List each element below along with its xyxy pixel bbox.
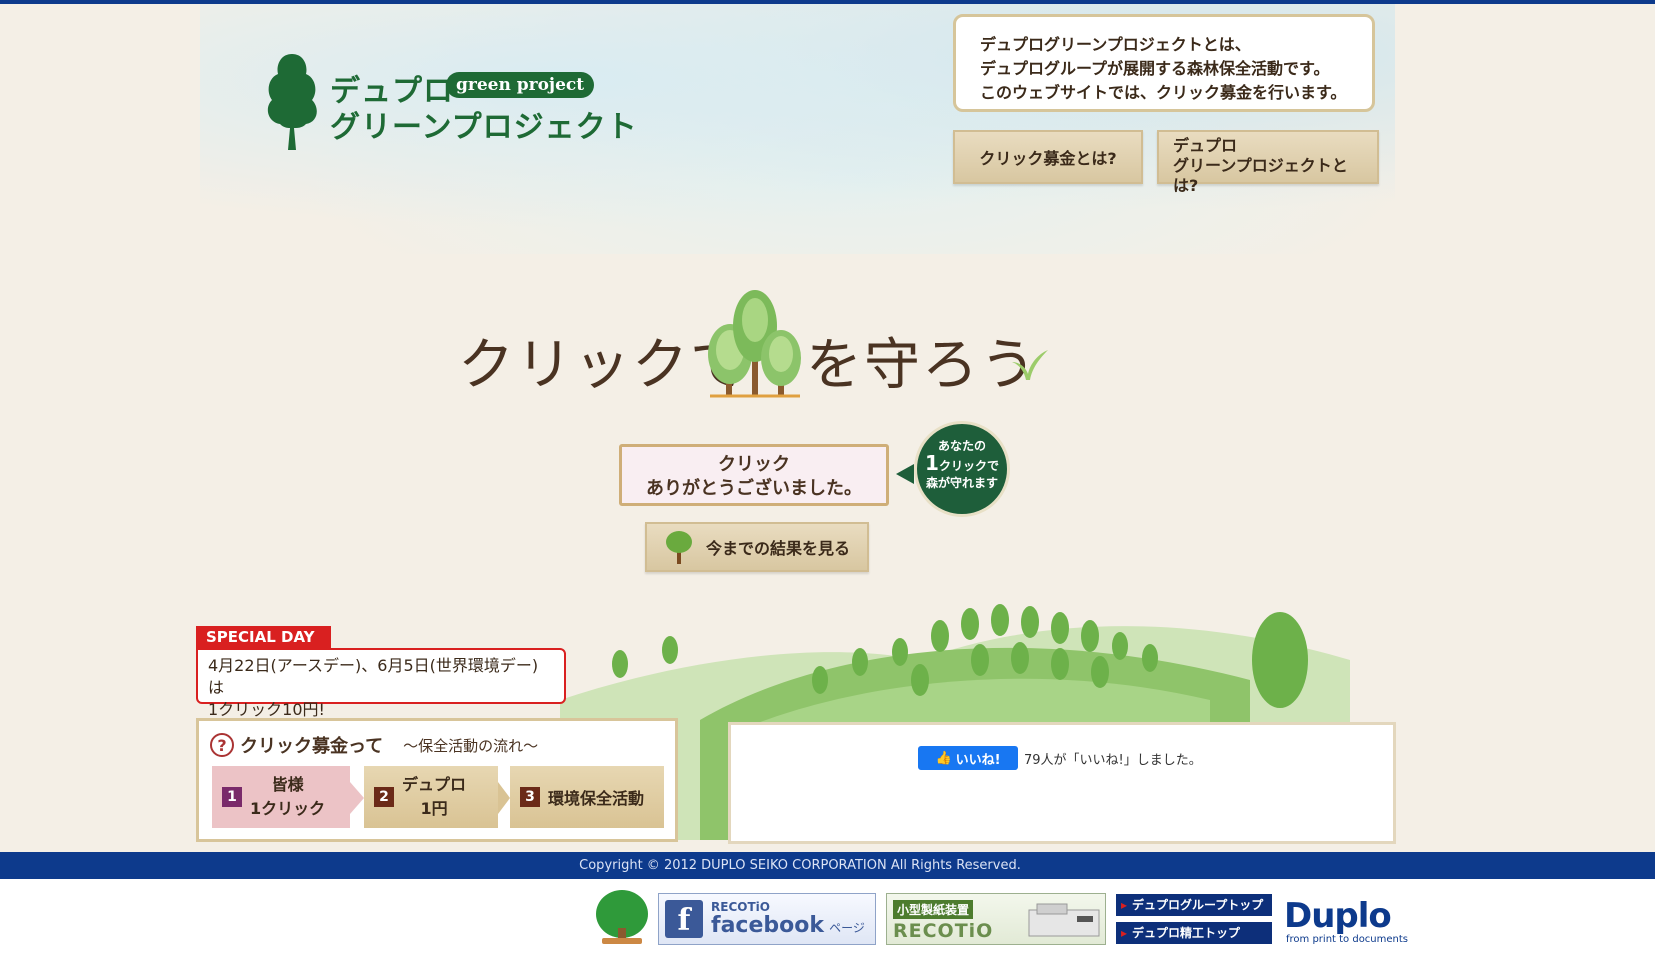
copyright-text: Copyright © 2012 DUPLO SEIKO CORPORATION… — [579, 858, 1021, 873]
flow-step-1: 1 皆様 1クリック — [212, 766, 350, 828]
forest-trees-icon — [708, 290, 801, 398]
special-day-box: 4月22日(アースデー)、6月5日(世界環境デー)は 1クリック10円! — [196, 648, 566, 719]
forest-supporters-logo-icon[interactable] — [594, 888, 650, 946]
facebook-like-box — [728, 722, 1396, 844]
intro-box: デュプログリーンプロジェクトとは、 デュプログループが展開する森林保全活動です。… — [953, 14, 1375, 112]
sprout-icon — [1012, 350, 1048, 380]
duplo-tagline: from print to documents — [1286, 934, 1409, 945]
flow-arrow — [350, 782, 364, 814]
recotio-banner[interactable]: 小型製紙装置 RECOTiO — [886, 893, 1106, 945]
duplo-group-top-label: デュプログループトップ — [1132, 898, 1264, 912]
click-thanks-box: クリック ありがとうございました。 — [619, 444, 889, 506]
thanks-line-2: ありがとうございました。 — [646, 478, 862, 499]
step-2-line-1: デュプロ — [402, 775, 467, 794]
tree-icon — [665, 531, 692, 564]
duplo-logo[interactable]: Duplo — [1284, 896, 1392, 936]
thanks-line-1: クリック — [718, 454, 790, 475]
logo-badge-green-project: green project — [446, 72, 595, 98]
duplo-seiko-top-label: デュプロ精工トップ — [1132, 926, 1241, 940]
fb-banner-big: facebook — [711, 913, 824, 938]
view-results-label: 今までの結果を見る — [705, 539, 850, 558]
step-number: 1 — [222, 787, 242, 807]
logo-tree-icon — [267, 54, 317, 150]
flow-title-text: クリック募金って — [240, 736, 384, 757]
duplo-group-top-link[interactable]: デュプログループトップ — [1116, 894, 1272, 916]
headline-right: を守ろう — [806, 333, 1038, 398]
flow-step-3: 3 環境保全活動 — [510, 766, 664, 828]
fb-banner-page: ページ — [829, 921, 865, 935]
like-count-text: 79人が「いいね!」しました。 — [1024, 753, 1202, 768]
special-day-line-1: 4月22日(アースデー)、6月5日(世界環境デー)は — [208, 656, 539, 697]
facebook-like-button[interactable]: 👍 いいね! — [918, 746, 1018, 770]
project-about-label-1: デュプロ — [1173, 136, 1238, 155]
step-number: 2 — [374, 787, 394, 807]
recotio-banner-bottom: RECOTiO — [893, 920, 994, 942]
bubble-line-2: クリックで — [938, 459, 999, 473]
flow-subtitle: 〜保全活動の流れ〜 — [403, 736, 539, 755]
flow-title: ? クリック募金って 〜保全活動の流れ〜 — [210, 732, 538, 758]
project-about-label-2: グリーンプロジェクトとは? — [1173, 156, 1348, 195]
bubble-number: 1 — [925, 451, 939, 475]
question-icon: ? — [210, 733, 234, 757]
one-click-bubble: あなたの 1クリックで 森が守れます — [914, 421, 1010, 517]
duplo-seiko-top-link[interactable]: デュプロ精工トップ — [1116, 922, 1272, 944]
step-number: 3 — [520, 787, 540, 807]
recotio-banner-top: 小型製紙装置 — [893, 900, 974, 919]
special-day-tag: SPECIAL DAY — [196, 626, 331, 648]
fb-banner-small: RECOTiO — [711, 900, 770, 914]
view-results-button[interactable]: 今までの結果を見る — [645, 522, 869, 572]
step-2-line-2: 1円 — [420, 799, 448, 818]
flow-step-2: 2 デュプロ 1円 — [364, 766, 498, 828]
paper-machine-icon — [1028, 903, 1100, 937]
bubble-line-3: 森が守れます — [925, 476, 998, 490]
step-3-label: 環境保全活動 — [548, 789, 645, 808]
step-1-line-1: 皆様 — [271, 775, 304, 794]
flow-arrow — [498, 782, 510, 814]
facebook-icon: f — [665, 900, 703, 938]
intro-line: このウェブサイトでは、クリック募金を行います。 — [980, 83, 1347, 102]
step-1-line-2: 1クリック — [250, 799, 326, 818]
bubble-pointer — [896, 464, 914, 484]
facebook-page-banner[interactable]: f RECOTiO facebook ページ — [658, 893, 876, 945]
click-donation-about-button[interactable]: クリック募金とは? — [953, 130, 1143, 184]
like-button-label: いいね! — [955, 752, 1001, 768]
project-about-button[interactable]: デュプロ グリーンプロジェクトとは? — [1157, 130, 1379, 195]
click-donation-about-label: クリック募金とは? — [979, 149, 1117, 168]
thumbs-up-icon: 👍 — [935, 750, 952, 766]
intro-line: デュプログループが展開する森林保全活動です。 — [980, 59, 1330, 78]
intro-line: デュプログリーンプロジェクトとは、 — [980, 35, 1251, 54]
logo-text-green-project: グリーンプロジェクト — [330, 110, 638, 145]
